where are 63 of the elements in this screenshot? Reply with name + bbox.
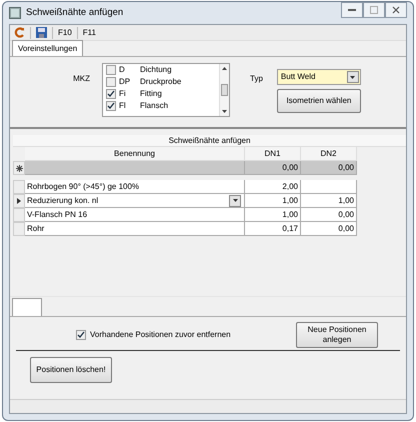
caret-icon: [350, 76, 356, 78]
app-icon: [9, 7, 21, 19]
scroll-up-icon[interactable]: [222, 67, 227, 70]
tab[interactable]: Voreinstellungen: [12, 40, 84, 56]
caret-icon: [232, 199, 238, 202]
scroll-down-icon[interactable]: [222, 110, 227, 113]
list-name: Dichtung: [140, 64, 172, 76]
table-cell[interactable]: 0,00: [301, 208, 357, 222]
toolbar-button[interactable]: F11: [82, 26, 96, 38]
table-cell[interactable]: Reduzierung kon. nl: [25, 194, 245, 208]
maximize-icon: [370, 6, 378, 14]
checkbox[interactable]: [106, 89, 116, 99]
field-label: MKZ: [72, 73, 91, 85]
asterisk-icon: [16, 164, 22, 172]
type-dropdown[interactable]: Butt Weld: [276, 69, 361, 85]
list-code: DP: [119, 76, 132, 88]
list-code: Fl: [119, 100, 127, 112]
field-label: Typ: [250, 73, 263, 85]
table-cell[interactable]: [301, 180, 357, 194]
checkbox[interactable]: [106, 65, 116, 75]
close-icon: [392, 6, 400, 14]
save-icon[interactable]: [36, 27, 47, 38]
table-cell[interactable]: 2,00: [245, 180, 301, 194]
tab[interactable]: [12, 298, 42, 316]
table-cell[interactable]: V-Flansch PN 16: [25, 208, 245, 222]
table-cell[interactable]: 0,00: [301, 161, 357, 175]
close-button[interactable]: [385, 2, 407, 18]
table-cell[interactable]: Rohr: [25, 222, 245, 236]
minimize-icon: [348, 8, 356, 12]
list-code: Fi: [119, 88, 127, 100]
checkbox[interactable]: [106, 101, 116, 111]
toolbar-button[interactable]: F10: [58, 26, 72, 38]
list-name: Druckprobe: [140, 76, 182, 88]
list-name: Fitting: [140, 88, 162, 100]
scrollbar-thumb[interactable]: [221, 84, 228, 96]
table-cell[interactable]: 0,17: [245, 222, 301, 236]
row-header[interactable]: [13, 161, 25, 175]
delete-positions-button[interactable]: Positionen löschen!: [30, 357, 112, 383]
list-name: Flansch: [140, 100, 168, 112]
refresh-icon[interactable]: [14, 27, 25, 38]
list-code: D: [119, 64, 126, 76]
table-cell[interactable]: 1,00: [245, 208, 301, 222]
window-title: Schweißnähte anfügen: [26, 6, 124, 20]
row-header[interactable]: [13, 194, 25, 208]
row-pointer-icon: [17, 198, 21, 204]
table-cell[interactable]: 0,00: [245, 161, 301, 175]
isometrics-button[interactable]: Isometrien wählen: [276, 89, 361, 113]
grid-title: Schweißnähte anfügen: [13, 135, 406, 147]
checkbox[interactable]: [106, 77, 116, 87]
column-header[interactable]: DN1: [245, 147, 301, 161]
minimize-button[interactable]: [341, 2, 363, 18]
dropdown-button[interactable]: [229, 194, 241, 206]
table-cell[interactable]: [25, 161, 245, 175]
checkmark-icon: [77, 331, 85, 339]
column-header[interactable]: DN2: [301, 147, 357, 161]
table-cell[interactable]: 1,00: [245, 194, 301, 208]
create-positions-button[interactable]: Neue Positionen anlegen: [296, 322, 378, 348]
table-cell[interactable]: Rohrbogen 90° (>45°) ge 100%: [25, 180, 245, 194]
table-cell[interactable]: 0,00: [301, 222, 357, 236]
checkbox-label: Vorhandene Positionen zuvor entfernen: [90, 329, 231, 341]
table-cell[interactable]: 1,00: [301, 194, 357, 208]
column-header[interactable]: Benennung: [25, 147, 245, 161]
checkbox[interactable]: [76, 330, 86, 340]
